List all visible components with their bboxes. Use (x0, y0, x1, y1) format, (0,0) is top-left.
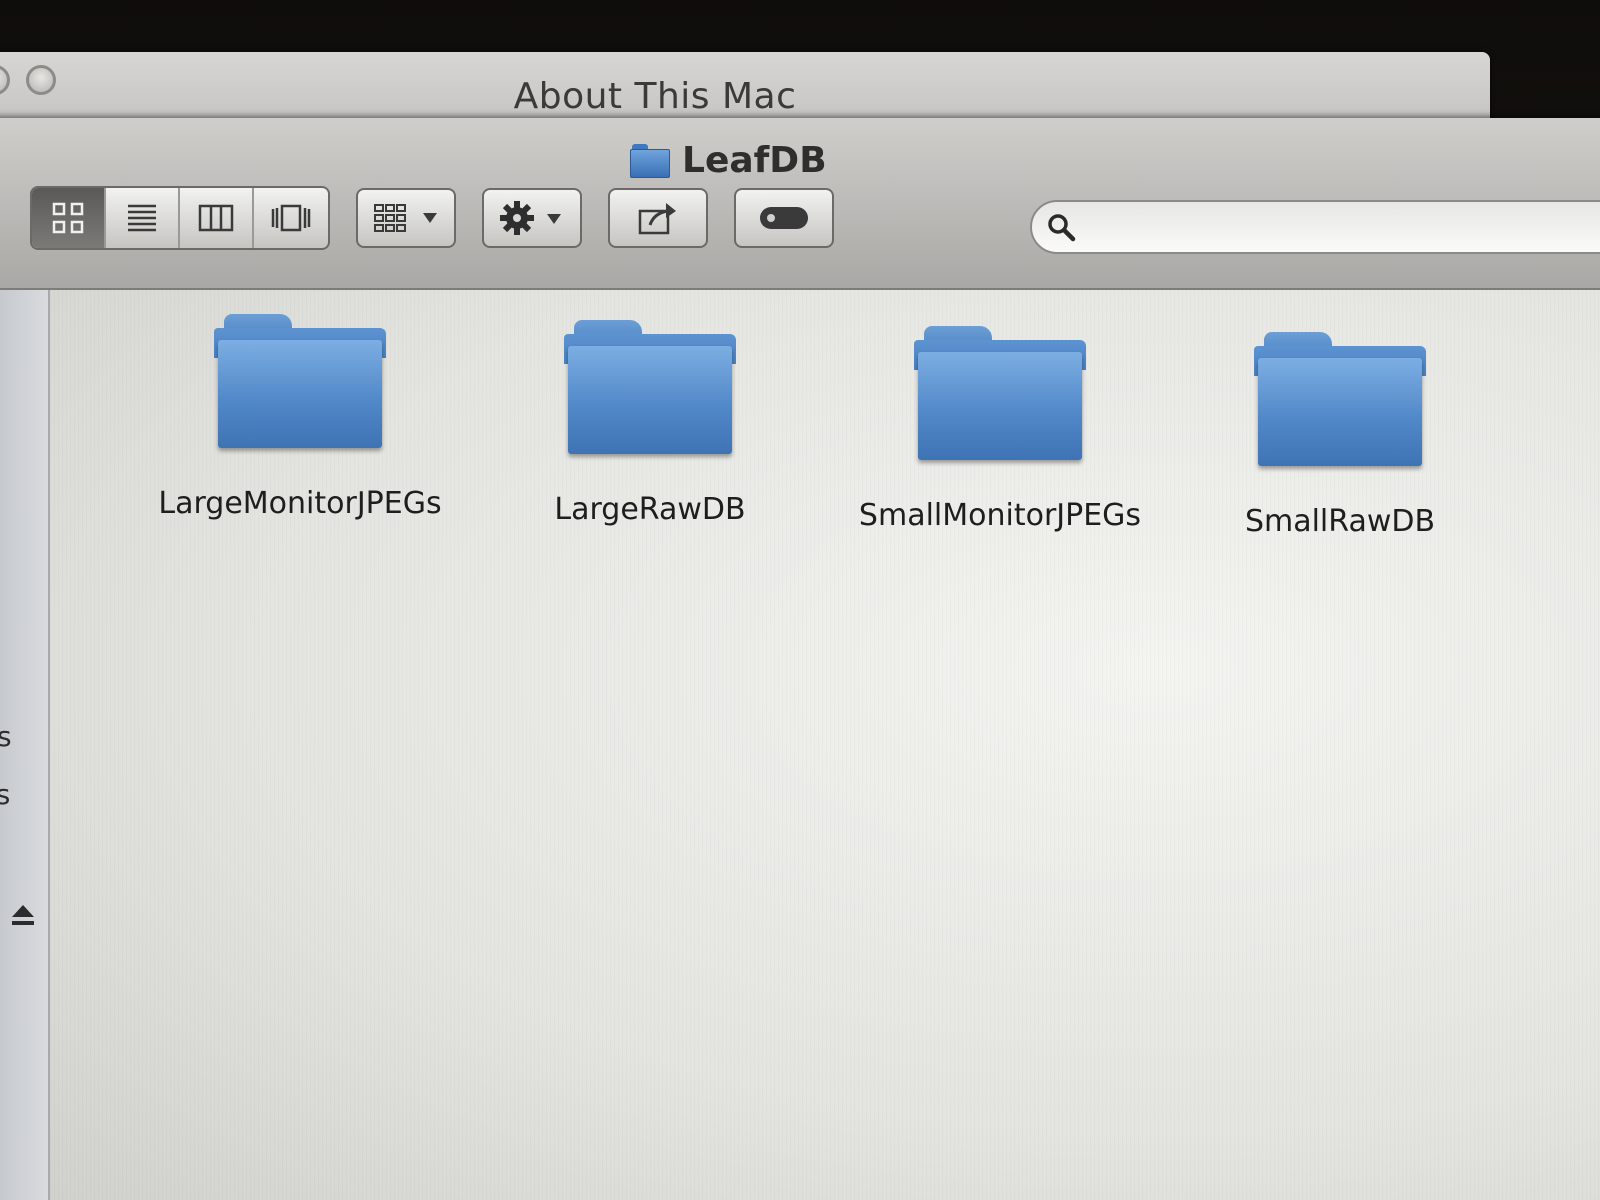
tags-button[interactable] (734, 188, 834, 248)
view-mode-segmented-control (30, 186, 330, 250)
folder-icon (214, 314, 386, 448)
coverflow-icon (271, 204, 311, 232)
sidebar-item-partial[interactable]: ts (0, 720, 12, 753)
sidebar: ts ls (0, 290, 50, 1200)
folder-item[interactable]: SmallRawDB (1180, 332, 1500, 539)
folder-icon (914, 326, 1086, 460)
folder-icon (630, 143, 670, 178)
icon-view-button[interactable] (32, 188, 106, 248)
action-button[interactable] (482, 188, 582, 248)
search-field[interactable] (1030, 200, 1600, 254)
list-view-button[interactable] (106, 188, 180, 248)
photo-scene: About This Mac LeafDB s s LargeMonitorJP… (0, 0, 1600, 1200)
grid-icon (52, 202, 84, 234)
arrange-button[interactable] (356, 188, 456, 248)
finder-window: LeafDB s s LargeMonitorJPEGs LargeRawDB … (0, 118, 1600, 1200)
eject-icon[interactable] (10, 902, 36, 928)
search-icon (1048, 214, 1076, 242)
toolbar (30, 186, 834, 250)
file-icon-grid: LargeMonitorJPEGs LargeRawDB SmallMonito… (50, 290, 1600, 1200)
folder-item[interactable]: LargeRawDB (490, 320, 810, 527)
folder-name: SmallMonitorJPEGs (858, 498, 1142, 533)
cover-flow-view-button[interactable] (254, 188, 328, 248)
list-icon (128, 204, 156, 232)
columns-icon (198, 204, 234, 232)
about-window-title: About This Mac (513, 76, 797, 117)
tag-icon (760, 207, 808, 229)
folder-item[interactable]: LargeMonitorJPEGs (140, 314, 460, 521)
sidebar-item-partial[interactable]: ls (0, 778, 10, 811)
window-title-text: LeafDB (682, 140, 827, 181)
folder-name: LargeRawDB (554, 492, 746, 527)
folder-icon (564, 320, 736, 454)
folder-icon (1254, 332, 1426, 466)
share-icon (638, 203, 676, 235)
folder-item[interactable]: SmallMonitorJPEGs (840, 326, 1160, 533)
folder-name: LargeMonitorJPEGs (158, 486, 442, 521)
search-input[interactable] (1088, 210, 1600, 246)
gear-icon (500, 201, 561, 235)
column-view-button[interactable] (180, 188, 254, 248)
finder-titlebar: LeafDB (0, 118, 1600, 290)
window-title: LeafDB (630, 140, 827, 181)
arrange-icon (374, 204, 437, 232)
share-button[interactable] (608, 188, 708, 248)
folder-name: SmallRawDB (1244, 504, 1436, 539)
